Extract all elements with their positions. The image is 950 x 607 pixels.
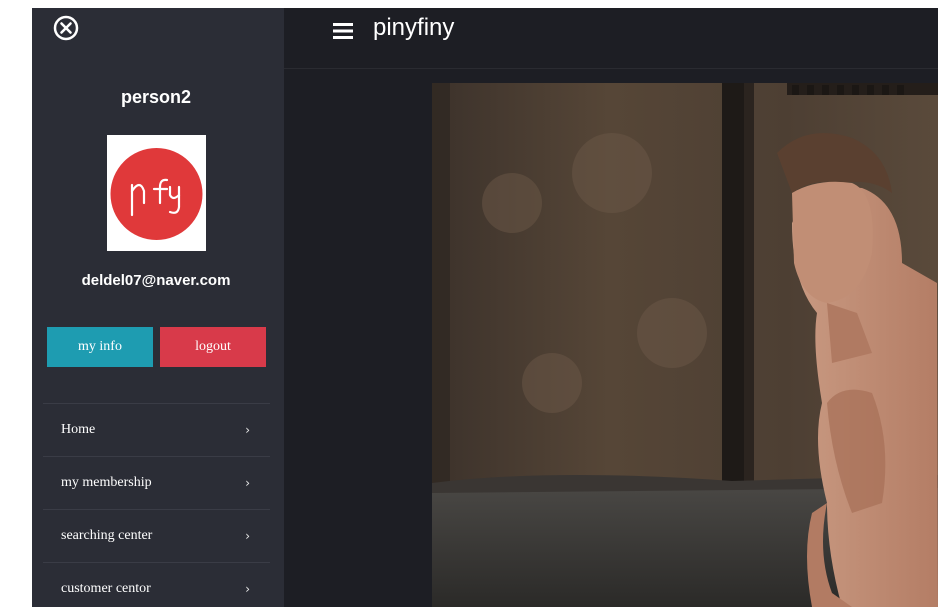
sidebar-item-customer-center[interactable]: customer centor ›	[43, 562, 270, 607]
hero-image	[432, 83, 938, 607]
sidebar: person2 deldel07@naver.com my info logou…	[32, 8, 284, 607]
sidebar-item-label: Home	[61, 422, 96, 437]
chevron-right-icon: ›	[245, 529, 250, 543]
sidebar-item-label: my membership	[61, 475, 152, 490]
logout-button[interactable]: logout	[160, 327, 266, 367]
chevron-right-icon: ›	[245, 582, 250, 596]
app-title: pinyfiny	[373, 14, 455, 41]
close-sidebar-button[interactable]	[52, 14, 80, 42]
sidebar-menu: Home › my membership › searching center …	[43, 403, 270, 607]
username: person2	[120, 87, 192, 107]
avatar	[107, 135, 206, 251]
hamburger-icon	[333, 23, 353, 39]
main-content	[284, 69, 938, 607]
sidebar-item-home[interactable]: Home ›	[43, 403, 270, 456]
close-circle-icon	[53, 15, 79, 41]
user-email: deldel07@naver.com	[81, 272, 231, 289]
sidebar-item-label: customer centor	[61, 581, 151, 596]
header-bar: pinyfiny	[284, 8, 938, 69]
menu-toggle-button[interactable]	[332, 20, 354, 42]
chevron-right-icon: ›	[245, 423, 250, 437]
sidebar-item-label: searching center	[61, 528, 153, 543]
my-info-button[interactable]: my info	[47, 327, 153, 367]
sidebar-item-my-membership[interactable]: my membership ›	[43, 456, 270, 509]
sidebar-item-searching-center[interactable]: searching center ›	[43, 509, 270, 562]
chevron-right-icon: ›	[245, 476, 250, 490]
